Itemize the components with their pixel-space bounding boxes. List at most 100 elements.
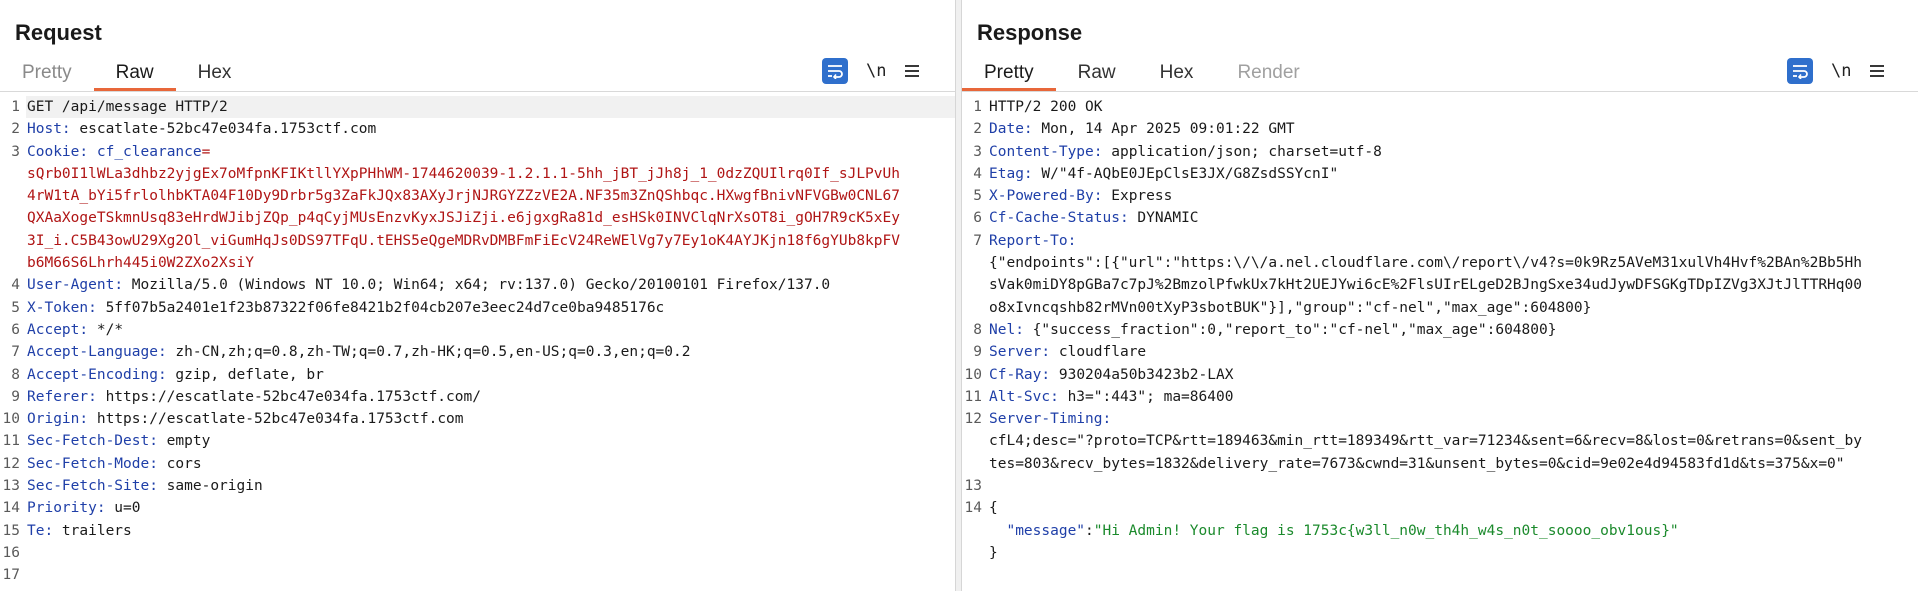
header-name: Server [989, 344, 1042, 361]
header-name: Report-To [989, 232, 1068, 249]
request-toolbar: \n [822, 58, 920, 84]
line-content: Host: escatlate-52bc47e034fa.1753ctf.com [26, 118, 955, 140]
header-colon: : [79, 143, 89, 160]
line-content: Cookie: cf_clearance= [26, 141, 955, 163]
header-value: */* [88, 321, 124, 338]
cookie-value: = [201, 143, 211, 160]
code-line: 12 Sec-Fetch-Mode: cors [0, 453, 955, 475]
code-line: 6 Cf-Cache-Status: DYNAMIC [962, 207, 1918, 229]
line-number [962, 542, 988, 564]
header-value: empty [157, 433, 211, 450]
line-number: 8 [11, 366, 20, 383]
line-text: sVak0miDY8pGBa7c7pJ%2BmzolPfwkUx7kHt2UEJ… [989, 277, 1862, 294]
line-number [962, 453, 988, 475]
code-line: {"endpoints":[{"url":"https:\/\/a.nel.cl… [962, 252, 1918, 274]
response-tab-pretty[interactable]: Pretty [962, 58, 1056, 91]
line-content: Accept-Encoding: gzip, deflate, br [26, 364, 955, 386]
code-line: cfL4;desc="?proto=TCP&rtt=189463&min_rtt… [962, 430, 1918, 452]
line-content: Content-Type: application/json; charset=… [988, 141, 1918, 163]
line-content [988, 475, 1918, 497]
line-number: 6 [11, 321, 20, 338]
line-number [962, 274, 988, 296]
line-number: 9 [11, 388, 20, 405]
header-colon: : [1015, 321, 1024, 338]
line-number: 11 [964, 388, 982, 405]
request-tab-divider [0, 91, 955, 92]
header-colon: : [1093, 188, 1103, 205]
code-line: 13 Sec-Fetch-Site: same-origin [0, 475, 955, 497]
line-content: Cf-Ray: 930204a50b3423b2-LAX [988, 364, 1918, 386]
code-line: 4 Etag: W/"4f-AQbE0JEpClsE3JX/G8ZsdSSYcnI… [962, 163, 1918, 185]
line-content: Accept: */* [26, 319, 955, 341]
line-text: GET /api/message HTTP/2 [27, 99, 228, 115]
code-line: 1 GET /api/message HTTP/2 [0, 96, 955, 119]
line-content: Etag: W/"4f-AQbE0JEpClsE3JX/G8ZsdSSYcnI" [988, 163, 1918, 185]
line-content [26, 564, 955, 586]
line-number: 4 [11, 277, 20, 294]
header-value: {"success_fraction":0,"report_to":"cf-ne… [1023, 321, 1557, 338]
response-editor[interactable]: 1 HTTP/2 200 OK 2 Date: Mon, 14 Apr 2025 09… [962, 96, 1918, 591]
code-line: 3I_i.C5B43owU29Xg2Ol_viGumHqJs0DS97TFqU.… [0, 230, 955, 252]
code-line: 8 Accept-Encoding: gzip, deflate, br [0, 364, 955, 386]
code-line: 4 User-Agent: Mozilla/5.0 (Windows NT 10.… [0, 274, 955, 296]
code-line: 11 Sec-Fetch-Dest: empty [0, 430, 955, 452]
line-number: 3 [11, 143, 20, 160]
header-name: Te [27, 522, 45, 539]
wrap-icon [1793, 65, 1808, 79]
panel-splitter[interactable] [955, 0, 962, 591]
response-tab-divider [962, 91, 1918, 92]
code-line: b6M66S6Lhrh445i0W2ZXo2XsiY [0, 252, 955, 274]
request-tab-hex[interactable]: Hex [176, 58, 254, 88]
code-line: 15 Te: trailers [0, 520, 955, 542]
header-name: X-Powered-By [989, 188, 1094, 205]
header-colon: : [157, 344, 167, 361]
line-content: Te: trailers [26, 520, 955, 542]
code-line: 2 Host: escatlate-52bc47e034fa.1753ctf.co… [0, 118, 955, 140]
response-show-newlines-button[interactable]: \n [1831, 61, 1851, 81]
response-menu-button[interactable] [1869, 64, 1885, 78]
request-tab-pretty[interactable]: Pretty [0, 58, 94, 88]
line-content: QXAaXogeTSkmnUsq83eHrdWJibjZQp_p4qCyjMUs… [26, 207, 955, 229]
cookie-value: QXAaXogeTSkmnUsq83eHrdWJibjZQp_p4qCyjMUs… [27, 210, 900, 227]
request-title: Request [15, 20, 102, 45]
request-wrap-lines-button[interactable] [822, 58, 848, 84]
code-line: 9 Server: cloudflare [962, 341, 1918, 363]
header-colon: : [1023, 121, 1033, 138]
line-content: Nel: {"success_fraction":0,"report_to":"… [988, 319, 1918, 341]
line-number [962, 297, 988, 319]
code-line: } [962, 542, 1918, 564]
line-content: {"endpoints":[{"url":"https:\/\/a.nel.cl… [988, 252, 1918, 274]
request-show-newlines-button[interactable]: \n [866, 61, 886, 81]
response-wrap-lines-button[interactable] [1787, 58, 1813, 84]
response-tab-render[interactable]: Render [1215, 58, 1321, 88]
line-content: } [988, 542, 1918, 564]
line-content: sQrb0I1lWLa3dhbz2yjgEx7oMfpnKFIKtllYXpPH… [26, 163, 955, 185]
line-number: 1 [11, 99, 20, 115]
line-number: 8 [973, 321, 982, 338]
request-tab-raw[interactable]: Raw [93, 58, 176, 91]
line-number: 5 [11, 299, 20, 316]
code-line: 8 Nel: {"success_fraction":0,"report_to":… [962, 319, 1918, 341]
request-menu-button[interactable] [904, 64, 920, 78]
response-toolbar: \n [1787, 58, 1885, 84]
line-content: Report-To: [988, 230, 1918, 252]
line-number: 11 [2, 433, 20, 450]
header-colon: : [1041, 366, 1051, 383]
header-value: trailers [53, 522, 132, 539]
header-colon: : [149, 455, 158, 472]
header-colon: : [61, 121, 71, 138]
line-number: 15 [2, 522, 20, 539]
response-tab-hex[interactable]: Hex [1138, 58, 1216, 88]
header-name: Date [989, 121, 1024, 138]
header-name: Referer [27, 388, 89, 405]
request-editor[interactable]: 1 GET /api/message HTTP/2 2 Host: escatlate… [0, 96, 955, 591]
json-separator: : [1085, 522, 1094, 539]
code-line: 17 [0, 564, 955, 586]
header-colon: : [88, 299, 97, 316]
wrap-icon [828, 65, 843, 79]
line-number: 10 [2, 411, 20, 428]
line-content: o8xIvncqshb82rMVn00tXyP3sbotBUK"}],"grou… [988, 297, 1918, 319]
response-tab-raw[interactable]: Raw [1056, 58, 1138, 88]
line-number: 9 [973, 344, 982, 361]
code-line: 4rW1tA_bYi5frlolhbKTA04F10Dy9Drbr5g3ZaFk… [0, 185, 955, 207]
